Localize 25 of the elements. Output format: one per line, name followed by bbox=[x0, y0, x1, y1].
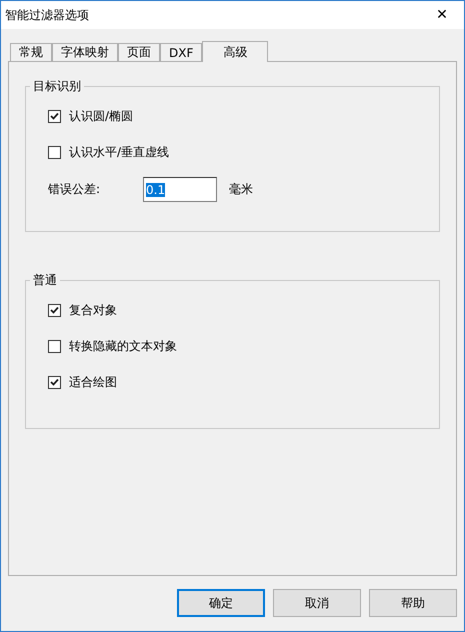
dialog-button[interactable]: 确定 bbox=[177, 589, 265, 617]
input-field[interactable]: 0.1 bbox=[143, 177, 217, 202]
tab[interactable]: DXF bbox=[160, 43, 202, 61]
close-button[interactable]: ✕ bbox=[420, 1, 464, 29]
tab[interactable]: 常规 bbox=[10, 43, 52, 61]
checkbox-label: 复合对象 bbox=[69, 302, 117, 318]
group-title: 普通 bbox=[32, 272, 58, 289]
checkbox[interactable] bbox=[48, 146, 61, 158]
checkbox-label: 适合绘图 bbox=[69, 374, 117, 390]
checkbox[interactable] bbox=[48, 376, 61, 388]
checkbox[interactable] bbox=[48, 110, 61, 122]
tab[interactable]: 字体映射 bbox=[52, 43, 118, 61]
checkbox-label: 转换隐藏的文本对象 bbox=[69, 338, 177, 354]
checkbox[interactable] bbox=[48, 340, 61, 352]
window-title: 智能过滤器选项 bbox=[5, 6, 89, 24]
dialog-button[interactable]: 帮助 bbox=[369, 589, 457, 617]
checkbox-label: 认识水平/垂直虚线 bbox=[69, 144, 170, 160]
group-title: 目标识别 bbox=[32, 78, 82, 95]
dialog-button[interactable]: 取消 bbox=[273, 589, 361, 617]
checkbox-label: 认识圆/椭圆 bbox=[69, 108, 134, 124]
checkbox[interactable] bbox=[48, 304, 61, 316]
unit-label: 毫米 bbox=[229, 181, 253, 198]
tab[interactable]: 高级 bbox=[202, 41, 268, 62]
field-label: 错误公差: bbox=[48, 181, 102, 198]
tab[interactable]: 页面 bbox=[118, 43, 160, 61]
